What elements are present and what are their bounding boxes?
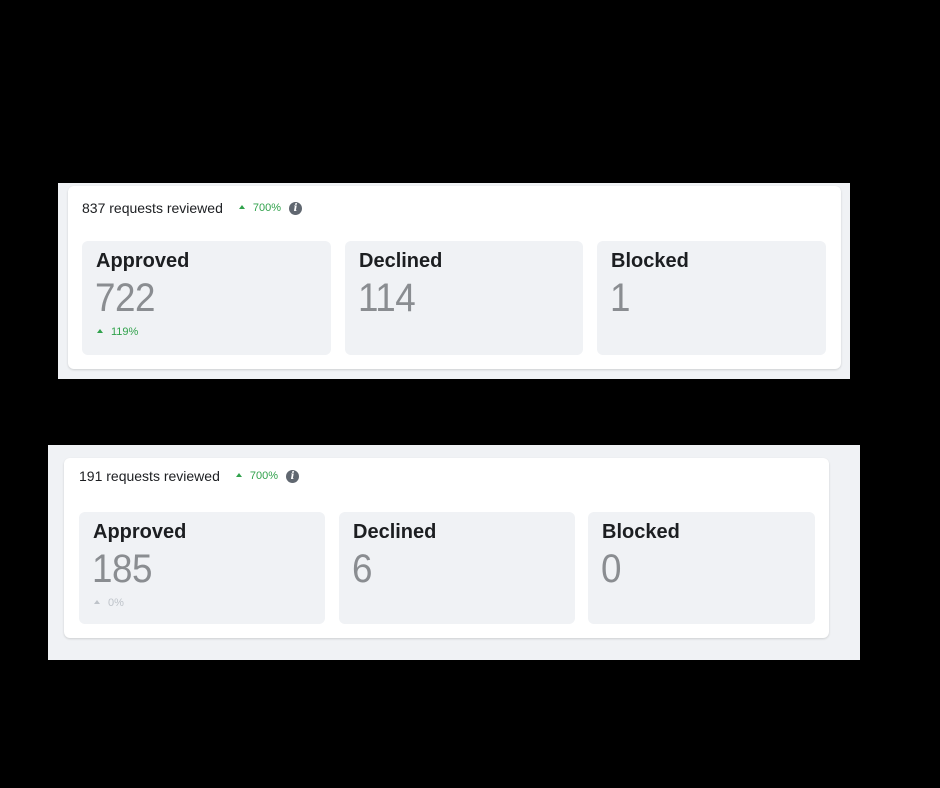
- tile-declined: Declined 6: [339, 512, 575, 624]
- tile-blocked-label: Blocked: [611, 250, 689, 272]
- review-summary-panel-2: 191 requests reviewed 700% i Approved 18…: [48, 445, 860, 660]
- tile-approved: Approved 185 0%: [79, 512, 325, 624]
- tile-approved: Approved 722 119%: [82, 241, 331, 355]
- tile-blocked: Blocked 0: [588, 512, 815, 624]
- review-summary-card: 837 requests reviewed 700% i Approved 72…: [68, 186, 841, 369]
- trend-up-icon: [94, 600, 100, 604]
- tile-approved-label: Approved: [96, 250, 190, 272]
- tile-blocked: Blocked 1: [597, 241, 826, 355]
- tile-declined: Declined 114: [345, 241, 583, 355]
- review-summary-card: 191 requests reviewed 700% i Approved 18…: [64, 458, 829, 638]
- trend-up-icon: [238, 205, 245, 209]
- tile-approved-trend-value: 0%: [108, 597, 124, 609]
- summary-header: 837 requests reviewed 700% i: [82, 200, 303, 216]
- trend-up-icon: [97, 329, 103, 333]
- trend-up-icon: [235, 473, 242, 477]
- info-icon[interactable]: i: [286, 469, 300, 483]
- tile-approved-value: 185: [92, 547, 153, 591]
- review-summary-panel-1: 837 requests reviewed 700% i Approved 72…: [58, 183, 850, 379]
- tile-blocked-value: 1: [610, 276, 631, 320]
- requests-reviewed-count: 837 requests reviewed: [82, 200, 223, 216]
- tile-approved-label: Approved: [93, 521, 187, 543]
- info-icon[interactable]: i: [289, 201, 303, 215]
- header-trend-value: 700%: [252, 202, 282, 214]
- tile-blocked-label: Blocked: [602, 521, 680, 543]
- header-trend: 700%: [238, 202, 282, 214]
- tile-blocked-value: 0: [601, 547, 622, 591]
- header-trend: 700%: [235, 470, 279, 482]
- tile-declined-label: Declined: [353, 521, 437, 543]
- requests-reviewed-count: 191 requests reviewed: [79, 468, 220, 484]
- tile-declined-value: 114: [358, 276, 416, 320]
- tile-approved-trend-value: 119%: [111, 326, 139, 338]
- header-trend-value: 700%: [249, 470, 279, 482]
- summary-header: 191 requests reviewed 700% i: [79, 468, 300, 484]
- tile-declined-label: Declined: [359, 250, 443, 272]
- tile-approved-trend: 119%: [97, 326, 138, 338]
- tile-declined-value: 6: [352, 547, 373, 591]
- tile-approved-trend: 0%: [94, 597, 124, 609]
- tile-approved-value: 722: [95, 276, 156, 320]
